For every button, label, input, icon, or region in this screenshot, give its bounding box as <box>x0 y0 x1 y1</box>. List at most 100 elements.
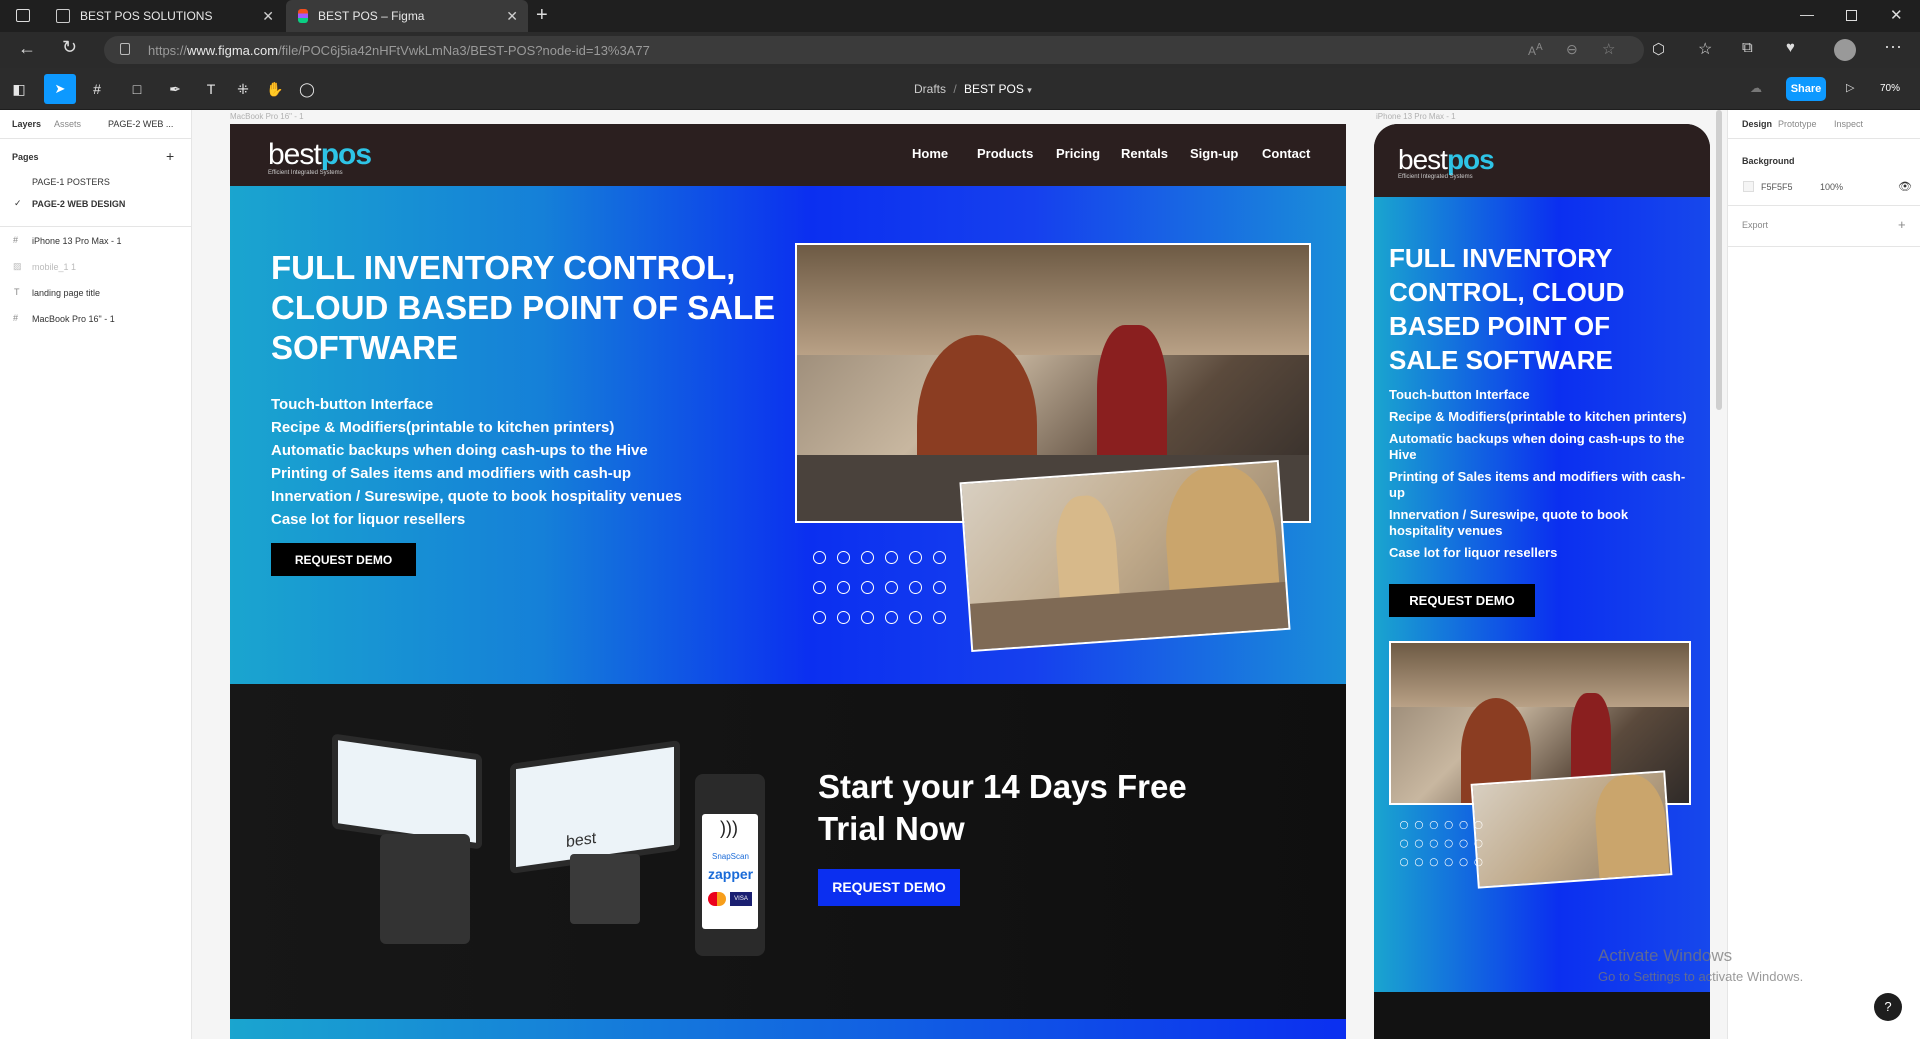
site-logo[interactable]: bestpos Efficient Integrated Systems <box>1398 144 1495 180</box>
new-tab-button[interactable]: + <box>536 4 548 27</box>
help-button[interactable]: ? <box>1874 993 1902 1021</box>
color-swatch[interactable] <box>1743 181 1754 192</box>
address-bar: ← ↻ https://www.figma.com/file/POC6j5ia4… <box>0 32 1920 68</box>
next-section-strip <box>230 1019 1346 1039</box>
close-icon[interactable]: ✕ <box>262 8 274 25</box>
contactless-icon: ))) <box>720 818 738 838</box>
hero-section: FULL INVENTORY CONTROL, CLOUD BASED POIN… <box>230 186 1346 684</box>
refresh-icon[interactable]: ↻ <box>62 37 77 58</box>
tab-assets[interactable]: Assets <box>54 119 81 129</box>
eye-icon[interactable]: 👁 <box>1898 180 1912 193</box>
layer-mobile-image[interactable]: mobile_1 1 <box>32 262 76 272</box>
tab-layers[interactable]: Layers <box>12 119 41 129</box>
url-field[interactable]: https://www.figma.com/file/POC6j5ia42nHF… <box>104 36 1644 64</box>
decorative-dot-grid <box>813 551 963 641</box>
back-icon[interactable]: ← <box>18 38 36 59</box>
request-demo-button[interactable]: REQUEST DEMO <box>271 543 416 576</box>
desktop-frame[interactable]: bestpos Efficient Integrated Systems Hom… <box>230 124 1346 1039</box>
tab-title: BEST POS SOLUTIONS <box>80 9 213 23</box>
pen-tool-icon[interactable]: ✒ <box>166 80 184 98</box>
favorites-icon[interactable]: ☆ <box>1698 39 1712 59</box>
background-opacity-input[interactable]: 100% <box>1820 182 1843 192</box>
add-page-icon[interactable]: + <box>166 148 174 164</box>
list-item: Automatic backups when doing cash-ups to… <box>1389 431 1685 462</box>
page-icon <box>56 9 70 23</box>
more-icon[interactable]: ··· <box>1884 36 1902 57</box>
background-hex-input[interactable]: F5F5F5 <box>1761 182 1793 192</box>
nav-products[interactable]: Products <box>977 146 1033 161</box>
trial-section: best ))) SnapScan zapper VISA Start your… <box>230 684 1346 1019</box>
check-icon: ✓ <box>14 198 22 208</box>
pos-stand <box>570 854 640 924</box>
divider <box>1728 138 1920 139</box>
page-select[interactable]: PAGE-2 WEB ... <box>108 119 173 129</box>
nav-rentals[interactable]: Rentals <box>1121 146 1168 161</box>
zoom-level[interactable]: 70% <box>1880 83 1900 94</box>
layers-panel: Layers Assets PAGE-2 WEB ... Pages + PAG… <box>0 110 192 1039</box>
nav-signup[interactable]: Sign-up <box>1190 146 1238 161</box>
browser-essentials-icon[interactable]: ♥ <box>1786 39 1795 56</box>
zoom-out-icon[interactable]: ⊖ <box>1566 41 1578 58</box>
file-breadcrumb[interactable]: Drafts / BEST POS ▾ <box>914 82 1032 96</box>
tab-prototype[interactable]: Prototype <box>1778 119 1817 129</box>
page-item-web-design[interactable]: PAGE-2 WEB DESIGN <box>32 199 125 209</box>
chevron-down-icon[interactable]: ▾ <box>1027 85 1032 95</box>
frame-label-desktop[interactable]: MacBook Pro 16" - 1 <box>230 112 304 121</box>
file-name[interactable]: BEST POS <box>964 82 1024 96</box>
text-tool-icon[interactable]: T <box>202 80 220 98</box>
activate-windows-watermark: Activate Windows Go to Settings to activ… <box>1598 946 1804 984</box>
main-menu-icon[interactable]: ◧ <box>10 80 28 98</box>
list-item: Touch-button Interface <box>271 396 434 413</box>
tab-best-pos-solutions[interactable]: BEST POS SOLUTIONS ✕ <box>44 0 284 32</box>
list-item: Case lot for liquor resellers <box>1389 545 1558 560</box>
shape-tool-icon[interactable]: □ <box>128 80 146 98</box>
tab-figma[interactable]: BEST POS – Figma ✕ <box>286 0 528 32</box>
minimize-button[interactable]: — <box>1800 6 1814 22</box>
mobile-hero-photo-counter <box>1470 770 1673 889</box>
profile-avatar[interactable] <box>1834 39 1856 61</box>
tab-actions-icon[interactable] <box>16 9 30 22</box>
resources-icon[interactable]: ⁜ <box>234 80 252 98</box>
nav-contact[interactable]: Contact <box>1262 146 1310 161</box>
layer-macbook-frame[interactable]: MacBook Pro 16" - 1 <box>32 314 115 324</box>
layer-landing-title[interactable]: landing page title <box>32 288 100 298</box>
export-label: Export <box>1742 220 1769 230</box>
add-export-icon[interactable]: + <box>1898 217 1906 232</box>
present-icon[interactable]: ▷ <box>1846 81 1854 94</box>
divider <box>1728 205 1920 206</box>
restore-button[interactable] <box>1846 10 1857 21</box>
request-demo-button[interactable]: REQUEST DEMO <box>1389 584 1535 617</box>
hand-tool-icon[interactable]: ✋ <box>266 80 284 98</box>
extensions-icon[interactable]: ⬡ <box>1652 40 1665 58</box>
share-button[interactable]: Share <box>1786 77 1826 101</box>
read-aloud-icon[interactable]: AA <box>1528 42 1543 58</box>
collections-icon[interactable]: ⧉ <box>1742 39 1753 56</box>
comment-tool-icon[interactable]: ◯ <box>298 80 316 98</box>
list-item: Automatic backups when doing cash-ups to… <box>271 442 648 459</box>
site-logo[interactable]: bestpos Efficient Integrated Systems <box>268 138 372 176</box>
breadcrumb-drafts[interactable]: Drafts <box>914 82 946 96</box>
pos-printer-base <box>380 834 470 944</box>
url-text: https://www.figma.com/file/POC6j5ia42nHF… <box>148 43 650 58</box>
page-item-posters[interactable]: PAGE-1 POSTERS <box>32 177 110 187</box>
figma-canvas[interactable]: MacBook Pro 16" - 1 iPhone 13 Pro Max - … <box>192 110 1727 1039</box>
favorite-add-icon[interactable]: ☆ <box>1602 40 1615 58</box>
tab-inspect[interactable]: Inspect <box>1834 119 1863 129</box>
nav-home[interactable]: Home <box>912 146 948 161</box>
frame-tool-icon[interactable]: # <box>88 80 106 98</box>
close-icon[interactable]: ✕ <box>506 8 518 25</box>
hero-title: FULL INVENTORY CONTROL, CLOUD BASED POIN… <box>1389 243 1625 375</box>
layer-iphone-frame[interactable]: iPhone 13 Pro Max - 1 <box>32 236 122 246</box>
trial-request-demo-button[interactable]: REQUEST DEMO <box>818 869 960 906</box>
nav-pricing[interactable]: Pricing <box>1056 146 1100 161</box>
mobile-frame[interactable]: bestpos Efficient Integrated Systems FUL… <box>1374 124 1710 1039</box>
divider <box>1728 246 1920 247</box>
tab-design[interactable]: Design <box>1742 119 1772 129</box>
move-tool-button[interactable]: ➤ <box>44 74 76 104</box>
figma-toolbar: ◧ ➤ # □ ✒ T ⁜ ✋ ◯ Drafts / BEST POS ▾ ☁ … <box>0 68 1920 110</box>
canvas-scrollbar[interactable] <box>1716 110 1722 410</box>
feature-list: Touch-button Interface Recipe & Modifier… <box>1389 387 1689 561</box>
frame-label-mobile[interactable]: iPhone 13 Pro Max - 1 <box>1376 112 1456 121</box>
close-window-button[interactable]: ✕ <box>1890 6 1903 24</box>
hero-title: FULL INVENTORY CONTROL, CLOUD BASED POIN… <box>271 249 776 366</box>
